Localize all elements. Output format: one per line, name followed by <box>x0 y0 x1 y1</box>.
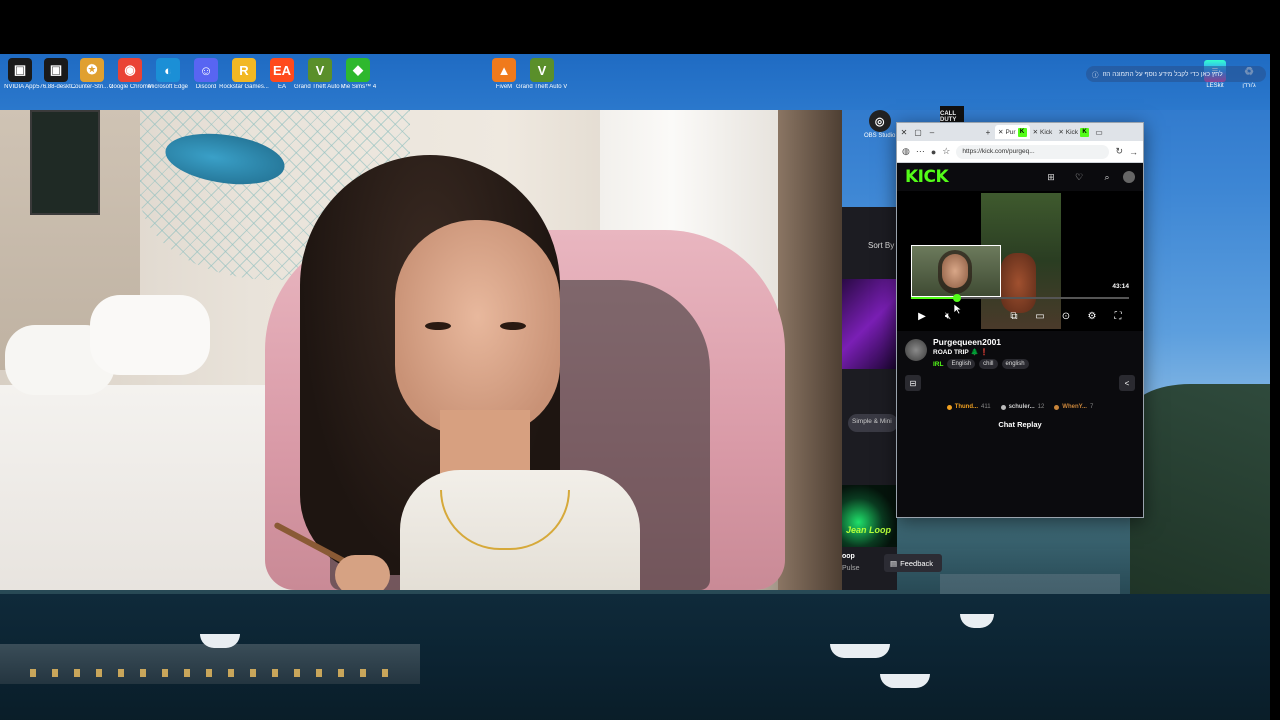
chat-replay-heading: Chat Replay <box>998 420 1042 429</box>
progress-bar[interactable] <box>911 294 1129 302</box>
favorite-star-icon[interactable]: ☆ <box>942 146 950 157</box>
category-link[interactable]: IRL <box>933 361 943 368</box>
tag-chip[interactable]: English <box>947 359 976 369</box>
rank-medal-icon <box>1054 404 1060 410</box>
minimize-icon[interactable]: – <box>925 128 939 137</box>
progress-knob[interactable] <box>952 294 961 302</box>
feedback-button[interactable]: ▤ Feedback <box>884 554 942 572</box>
scrub-preview-thumbnail <box>911 245 1001 297</box>
video-player[interactable]: 43:14 ▶ 🔇︎ ⧉ ▭ ⊙ ⚙ ⛶ <box>897 191 1143 331</box>
desktop-shortcut[interactable]: V Grand Theft Auto V Le... <box>516 58 568 91</box>
info-icon: ⓘ <box>1092 72 1099 79</box>
chrome-icon: ◉ <box>118 58 142 82</box>
item-subtitle: Pulse <box>842 565 860 572</box>
background-app-window: Sort By Simple & Mini Jean Loop oop Puls… <box>842 207 897 590</box>
video-thumbnail[interactable] <box>842 279 897 369</box>
obs-desktop-shortcut[interactable]: ◎ OBS Studio <box>864 110 895 139</box>
counter-strike-icon: ✪ <box>80 58 104 82</box>
nvidia-app-icon: ▣ <box>8 58 32 82</box>
tab-close-icon[interactable]: ✕ <box>1033 128 1038 136</box>
restore-icon[interactable]: ▢ <box>911 128 925 137</box>
category-pill[interactable]: Simple & Mini <box>848 414 897 432</box>
tag-chip[interactable]: chill <box>979 359 998 369</box>
rank-medal-icon <box>946 404 952 410</box>
rank-medal-icon <box>1000 404 1006 410</box>
fullscreen-icon[interactable]: ⛶ <box>1105 311 1131 322</box>
video-thumbnail[interactable] <box>842 485 897 547</box>
leaderboard-entry[interactable]: WhenY... 7 <box>1054 401 1093 413</box>
profile-icon[interactable]: ◍ <box>902 146 910 157</box>
refresh-icon[interactable]: ↻ <box>1115 146 1123 157</box>
fivem-icon: ▲ <box>492 58 516 82</box>
more-icon[interactable]: ⋯ <box>916 146 925 157</box>
play-icon[interactable]: ▶ <box>909 311 935 322</box>
nvidia-driver-icon: ▣ <box>44 58 68 82</box>
gta-v-icon: V <box>308 58 332 82</box>
gifter-leaderboard: Thund... 411 schuler... 12 WhenY... 7 <box>897 401 1143 413</box>
desktop-shortcut-label: The Sims™ 4 <box>339 84 377 90</box>
share-icon: < <box>1124 378 1130 388</box>
desktop-shortcut-label: Grand Theft Auto V Le... <box>516 84 568 90</box>
kick-logo[interactable]: KICK <box>905 167 949 187</box>
forward-icon[interactable]: → <box>1129 147 1138 157</box>
share-button[interactable]: < <box>1119 375 1135 391</box>
tab-kick[interactable]: ✕ Kick <box>1030 125 1056 139</box>
tab-close-icon[interactable]: ✕ <box>998 128 1003 136</box>
rockstar-icon: R <box>232 58 256 82</box>
player-controls: ▶ 🔇︎ ⧉ ▭ ⊙ ⚙ ⛶ <box>897 305 1143 327</box>
channel-info: Purgequeen2001 ROAD TRIP 🌲 ❗ IRL English… <box>905 337 1137 377</box>
extension-icon[interactable]: ● <box>931 147 936 157</box>
pip-icon[interactable]: ⧉ <box>1001 311 1027 322</box>
new-tab-icon[interactable]: + <box>981 128 995 137</box>
channel-name[interactable]: Purgequeen2001 <box>933 337 1001 347</box>
search-icon[interactable]: ⌕ <box>1099 172 1115 183</box>
settings-gear-icon[interactable]: ⚙ <box>1079 311 1105 322</box>
sims-icon: ◆ <box>346 58 370 82</box>
kick-favicon-icon: K <box>1017 127 1027 137</box>
webcam-feed <box>0 110 842 590</box>
tab-kick-purgequeen[interactable]: ✕ Pur K <box>995 125 1030 139</box>
close-icon[interactable]: ✕ <box>897 128 911 137</box>
user-avatar-icon[interactable] <box>1123 171 1135 183</box>
gift-icon[interactable]: ⊞ <box>1043 172 1059 183</box>
stream-tags: IRL English chill english <box>933 359 1029 369</box>
theater-icon[interactable]: ▭ <box>1027 311 1053 322</box>
avatar[interactable] <box>905 339 927 361</box>
gift-icon: ⊟ <box>909 378 917 388</box>
ea-icon: EA <box>270 58 294 82</box>
url-field[interactable]: https://kick.com/purgeq... <box>956 144 1110 159</box>
tab-list-icon[interactable]: ▭ <box>1092 128 1106 137</box>
chat-area <box>897 435 1143 517</box>
gift-button[interactable]: ⊟ <box>905 375 921 391</box>
tab-bar: ✕ ▢ – + ✕ Pur K ✕ Kick ✕ Kick K ▭ <box>897 123 1143 141</box>
kick-favicon-icon: K <box>1080 127 1090 137</box>
stream-title: ROAD TRIP 🌲 ❗ <box>933 349 989 356</box>
item-title: oop <box>842 553 855 560</box>
tab-close-icon[interactable]: ✕ <box>1058 128 1063 136</box>
address-bar: ◍ ⋯ ● ☆ https://kick.com/purgeq... ↻ → <box>897 141 1143 163</box>
desktop-shortcut[interactable]: ◆ The Sims™ 4 <box>338 58 378 91</box>
screen: ▣ NVIDIA App ▣ 576.88-deskt... ✪ Counter-Stri… <box>0 0 1280 720</box>
clip-icon[interactable]: ⊙ <box>1053 311 1079 322</box>
browser-window: ✕ ▢ – + ✕ Pur K ✕ Kick ✕ Kick K ▭ ◍ ⋯ ● <box>896 122 1144 518</box>
mouse-cursor-icon <box>953 303 963 315</box>
heart-icon[interactable]: ♡ <box>1071 172 1087 183</box>
leaderboard-entry[interactable]: Thund... 411 <box>946 401 991 413</box>
obs-icon: ◎ <box>868 110 891 132</box>
video-timestamp: 43:14 <box>1112 283 1129 290</box>
chat-bubble-icon: ▤ <box>890 558 898 568</box>
tag-chip[interactable]: english <box>1001 359 1029 369</box>
leaderboard-entry[interactable]: schuler... 12 <box>1000 401 1044 413</box>
kick-header: KICK ⊞ ♡ ⌕ <box>897 163 1143 191</box>
edge-icon: ◐ <box>156 58 180 82</box>
tab-kick[interactable]: ✕ Kick K <box>1055 125 1092 139</box>
wallpaper-info-banner[interactable]: ⓘ לחץ כאן כדי לקבל מידע נוסף על התמונה ה… <box>1086 66 1266 82</box>
action-row: ⊟ < <box>897 373 1143 393</box>
sort-by-button[interactable]: Sort By <box>868 241 894 250</box>
progress-fill <box>911 297 957 299</box>
discord-icon: ☺ <box>194 58 218 82</box>
gta-v-icon: V <box>530 58 554 82</box>
